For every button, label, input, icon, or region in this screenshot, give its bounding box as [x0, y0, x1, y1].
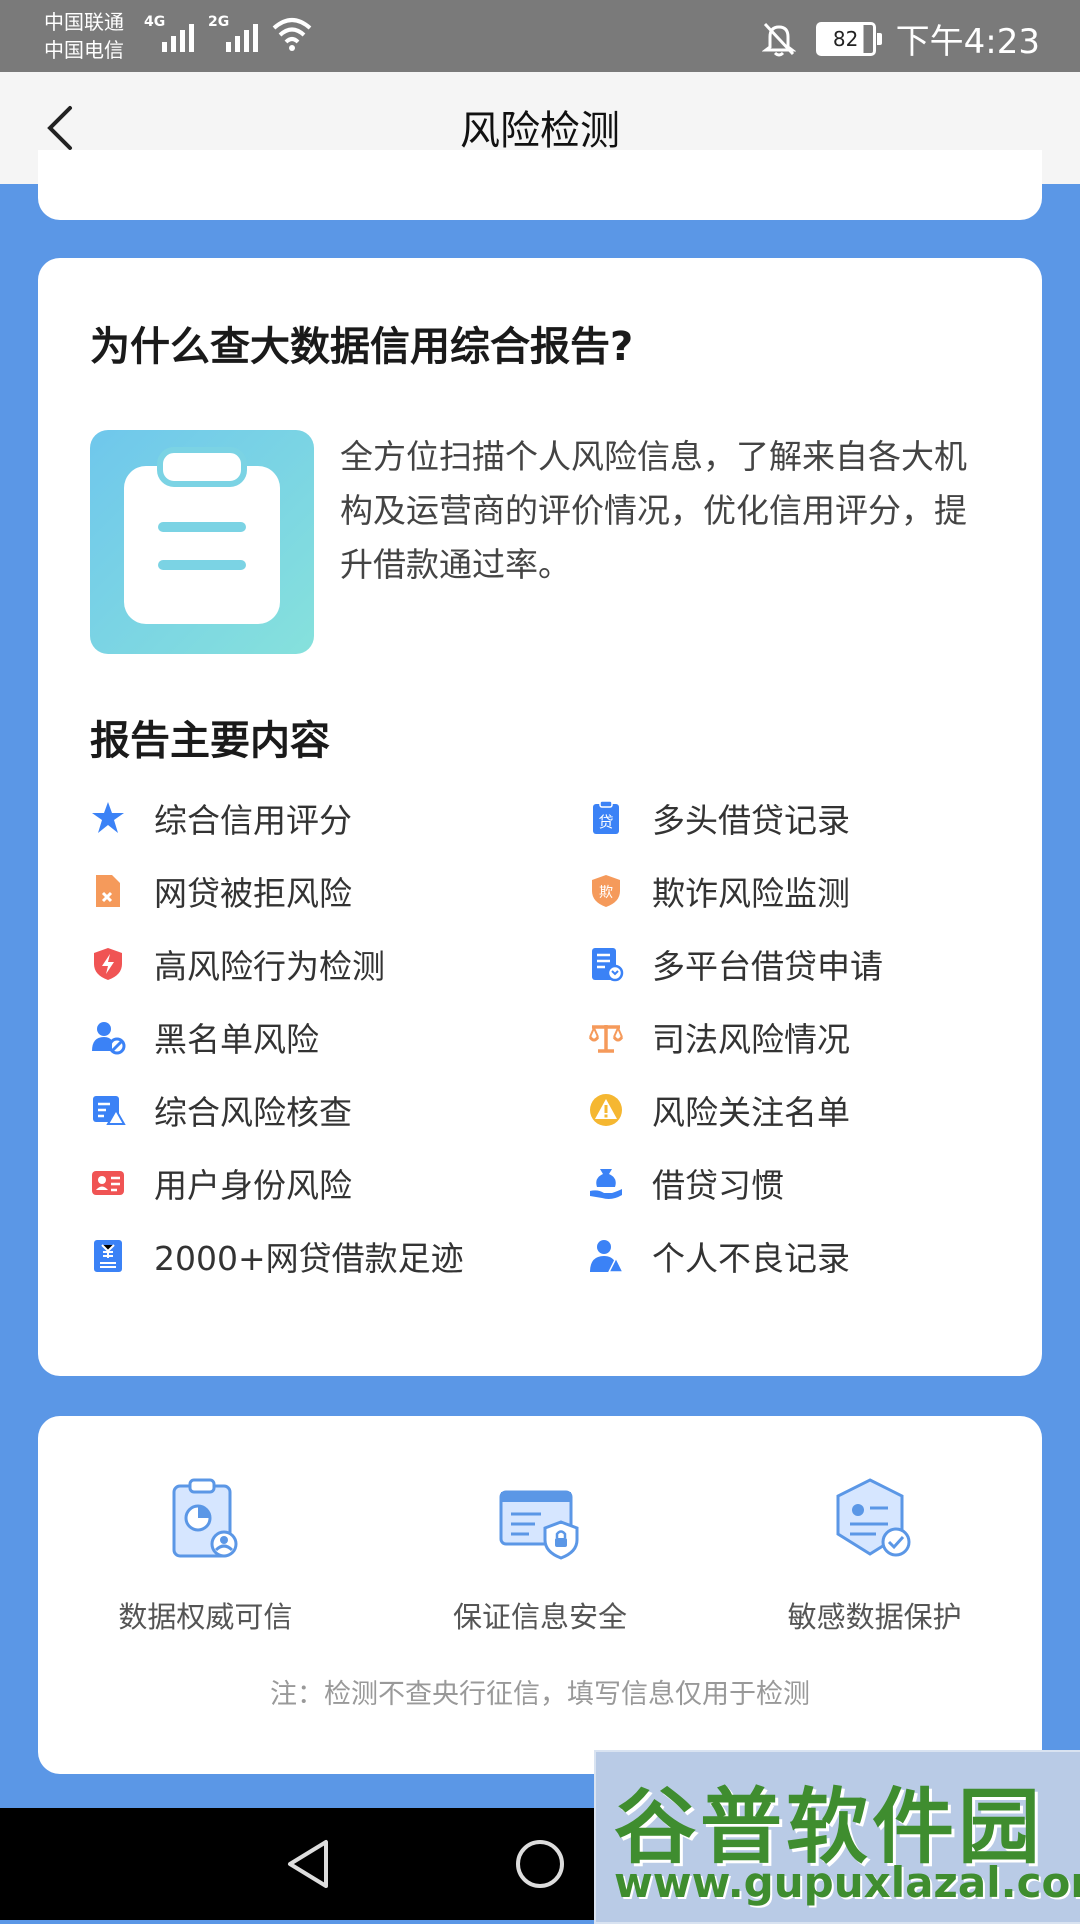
item-label: 多平台借贷申请	[652, 947, 883, 986]
why-section-title: 为什么查大数据信用综合报告?	[90, 324, 634, 370]
list-item: 欺 欺诈风险监测	[588, 861, 850, 921]
user-block-icon	[92, 1022, 126, 1055]
svg-text:贷: 贷	[598, 813, 613, 831]
item-label: 综合信用评分	[154, 801, 352, 840]
item-label: 网贷被拒风险	[154, 874, 352, 913]
carrier-1: 中国联通	[44, 10, 124, 34]
item-label: 综合风险核查	[154, 1093, 352, 1132]
list-item: 综合风险核查	[90, 1080, 352, 1140]
feature-label: 数据权威可信	[118, 1600, 293, 1634]
list-item: 黑名单风险	[90, 1007, 319, 1067]
feature-item: 数据权威可信	[38, 1476, 373, 1636]
contents-section-title: 报告主要内容	[90, 718, 330, 764]
secure-card-icon	[499, 1490, 579, 1560]
item-label: 2000+网贷借款足迹	[154, 1239, 464, 1278]
item-label: 高风险行为检测	[154, 947, 385, 986]
reject-doc-icon	[96, 875, 120, 907]
star-icon	[92, 802, 124, 833]
feature-label: 敏感数据保护	[787, 1600, 962, 1634]
carrier-2: 中国电信	[44, 38, 124, 62]
why-description: 全方位扫描个人风险信息，了解来自各大机构及运营商的评价情况，优化信用评分，提升借…	[340, 437, 967, 584]
list-item: 贷 多头借贷记录	[588, 788, 850, 848]
feature-item: 保证信息安全	[373, 1476, 708, 1636]
disclaimer-note: 注：检测不查央行征信，填写信息仅用于检测	[270, 1679, 810, 1710]
nav-home-icon[interactable]	[512, 1836, 568, 1892]
watermark-logo: 谷普软件园 www.gupuxlazal.com	[594, 1750, 1080, 1924]
chart-report-icon	[172, 1478, 238, 1558]
feature-list: 数据权威可信 保证信息安全 敏感数据保护	[38, 1476, 1042, 1636]
status-right: 82 下午4:23	[761, 14, 1040, 63]
yuan-doc-icon	[94, 1240, 122, 1272]
item-label: 用户身份风险	[154, 1166, 352, 1205]
item-label: 司法风险情况	[652, 1020, 850, 1059]
status-bar: 中国联通 中国电信 4G 2G 82 下午4:23	[0, 0, 1080, 72]
clock: 下午4:23	[895, 22, 1040, 62]
scale-icon	[588, 1025, 624, 1053]
money-hand-icon	[590, 1169, 622, 1199]
previous-card	[38, 150, 1042, 220]
guarantee-card: 数据权威可信 保证信息安全 敏感数据保护 注：检测不查央行征信，填写信息仅用于检…	[38, 1416, 1042, 1774]
item-label: 个人不良记录	[652, 1239, 850, 1278]
nav-back-icon[interactable]	[282, 1836, 338, 1892]
check-list-icon	[93, 1096, 126, 1125]
item-label: 黑名单风险	[154, 1020, 319, 1059]
list-item: 综合信用评分	[90, 788, 352, 848]
list-item: 2000+网贷借款足迹	[90, 1226, 464, 1286]
data-protect-icon	[836, 1478, 911, 1557]
list-item: 用户身份风险	[90, 1153, 352, 1213]
list-item: 司法风险情况	[588, 1007, 850, 1067]
item-label: 借贷习惯	[652, 1166, 784, 1205]
report-info-card: 为什么查大数据信用综合报告? 全方位扫描个人风险信息，了解来自各大机构及运营商的…	[38, 258, 1042, 1376]
list-item: 多平台借贷申请	[588, 934, 883, 994]
feature-item: 敏感数据保护	[707, 1476, 1042, 1636]
battery-icon: 82	[815, 21, 882, 56]
carrier-labels: 中国联通 中国电信	[44, 8, 124, 64]
list-item: 网贷被拒风险	[90, 861, 352, 921]
item-label: 多头借贷记录	[652, 801, 850, 840]
person-alert-icon	[590, 1240, 624, 1273]
signal-icon-2	[226, 20, 258, 52]
clipboard-icon	[90, 430, 314, 654]
signal-icon-1	[162, 20, 194, 52]
loan-clipboard-icon: 贷	[593, 800, 619, 834]
list-item: 个人不良记录	[588, 1226, 850, 1286]
list-item: 风险关注名单	[588, 1080, 850, 1140]
list-item: 借贷习惯	[588, 1153, 784, 1213]
list-item: 高风险行为检测	[90, 934, 385, 994]
page-title: 风险检测	[460, 108, 620, 154]
watermark-url: www.gupuxlazal.com	[614, 1858, 1080, 1907]
feature-label: 保证信息安全	[453, 1600, 628, 1634]
warning-icon	[590, 1094, 622, 1126]
fraud-shield-icon: 欺	[592, 875, 620, 907]
svg-text:欺: 欺	[599, 885, 613, 901]
mute-bell-icon	[761, 22, 796, 56]
apply-doc-icon	[592, 948, 624, 982]
id-card-icon	[92, 1171, 124, 1195]
item-label: 欺诈风险监测	[652, 874, 850, 913]
item-label: 风险关注名单	[652, 1093, 850, 1132]
lightning-shield-icon	[94, 948, 122, 980]
wifi-icon	[272, 18, 312, 51]
